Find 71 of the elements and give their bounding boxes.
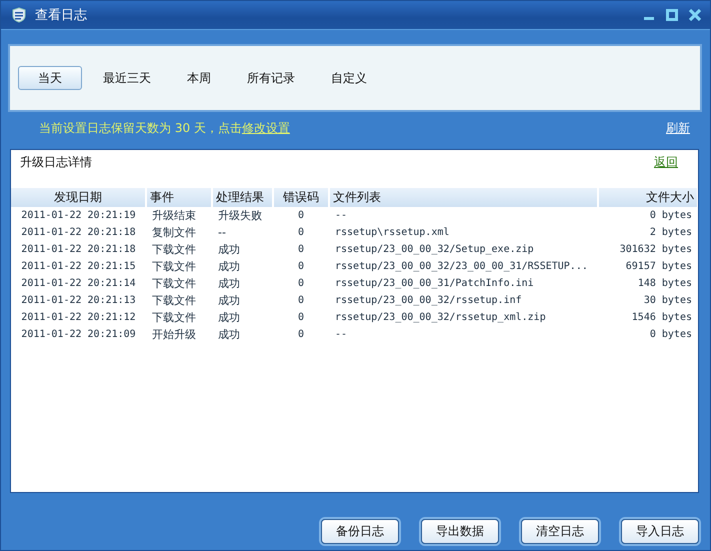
table-cell: 0: [298, 295, 304, 306]
table-cell: 0: [298, 261, 304, 272]
table-cell: 成功: [218, 243, 240, 256]
table-cell: 下载文件: [152, 311, 196, 324]
close-icon[interactable]: [688, 8, 702, 22]
column-header[interactable]: 文件列表: [329, 188, 598, 207]
table-cell: 69157 bytes: [626, 261, 692, 272]
table-cell: 301632 bytes: [620, 244, 692, 255]
table-cell: 成功: [218, 277, 240, 290]
column-header[interactable]: 处理结果: [212, 188, 273, 207]
table-cell: --: [218, 226, 226, 239]
column-header[interactable]: 事件: [146, 188, 212, 207]
column-header[interactable]: 发现日期: [11, 188, 146, 207]
table-cell: 0: [298, 244, 304, 255]
table-cell: rssetup/23_00_00_32/rssetup.inf: [335, 295, 522, 306]
tab[interactable]: 当天: [18, 66, 82, 90]
table-cell: 开始升级: [152, 328, 196, 341]
tab[interactable]: 所有记录: [232, 66, 310, 90]
panel-title: 升级日志详情: [20, 154, 92, 171]
tab[interactable]: 最近三天: [88, 66, 166, 90]
table-cell: rssetup/23_00_00_32/rssetup_xml.zip: [335, 312, 546, 323]
table-cell: 2011-01-22 20:21:13: [21, 295, 136, 306]
table-cell: 升级结束: [152, 209, 196, 222]
table-cell: 成功: [218, 260, 240, 273]
table-cell: 成功: [218, 328, 240, 341]
table-cell: rssetup\rssetup.xml: [335, 227, 450, 238]
table-cell: rssetup/23_00_00_32/Setup_exe.zip: [335, 244, 534, 255]
table-cell: --: [335, 210, 348, 221]
column-header[interactable]: 文件大小: [598, 188, 698, 207]
table-cell: 下载文件: [152, 277, 196, 290]
table-cell: 0: [298, 210, 304, 221]
tab[interactable]: 自定义: [316, 66, 382, 90]
table-cell: 2011-01-22 20:21:18: [21, 244, 136, 255]
tab[interactable]: 本周: [172, 66, 226, 90]
maximize-icon[interactable]: [665, 8, 679, 22]
table-cell: 0: [298, 329, 304, 340]
table-cell: 成功: [218, 294, 240, 307]
column-header[interactable]: 错误码: [273, 188, 329, 207]
action-button[interactable]: 清空日志: [521, 519, 599, 544]
table-cell: 0: [298, 312, 304, 323]
table-cell: 2011-01-22 20:21:18: [21, 227, 136, 238]
table-cell: 下载文件: [152, 260, 196, 273]
table-cell: 升级失败: [218, 209, 262, 222]
table-cell: rssetup/23_00_00_32/23_00_00_31/RSSETUP...: [335, 261, 588, 272]
app-icon: [11, 7, 27, 23]
action-button[interactable]: 备份日志: [321, 519, 399, 544]
window-title: 查看日志: [35, 7, 87, 24]
table-cell: 2011-01-22 20:21:19: [21, 210, 136, 221]
table-cell: 2011-01-22 20:21:12: [21, 312, 136, 323]
table-cell: 30 bytes: [644, 295, 692, 306]
table-cell: 成功: [218, 311, 240, 324]
action-button[interactable]: 导出数据: [421, 519, 499, 544]
table-cell: 0 bytes: [650, 329, 692, 340]
table-cell: 下载文件: [152, 294, 196, 307]
action-button[interactable]: 导入日志: [621, 519, 699, 544]
table-cell: --: [335, 329, 348, 340]
table-cell: rssetup/23_00_00_31/PatchInfo.ini: [335, 278, 534, 289]
notice-text: 当前设置日志保留天数为 30 天，点击修改设置: [39, 120, 290, 136]
table-cell: 2011-01-22 20:21:14: [21, 278, 136, 289]
table-cell: 0: [298, 278, 304, 289]
table-cell: 2 bytes: [650, 227, 692, 238]
table-cell: 148 bytes: [638, 278, 692, 289]
table-cell: 2011-01-22 20:21:09: [21, 329, 136, 340]
table-cell: 下载文件: [152, 243, 196, 256]
table-cell: 0 bytes: [650, 210, 692, 221]
table-cell: 2011-01-22 20:21:15: [21, 261, 136, 272]
back-link[interactable]: 返回: [654, 154, 678, 188]
refresh-link[interactable]: 刷新: [666, 120, 690, 136]
table-cell: 复制文件: [152, 226, 196, 239]
table-cell: 1546 bytes: [632, 312, 692, 323]
table-cell: 0: [298, 227, 304, 238]
